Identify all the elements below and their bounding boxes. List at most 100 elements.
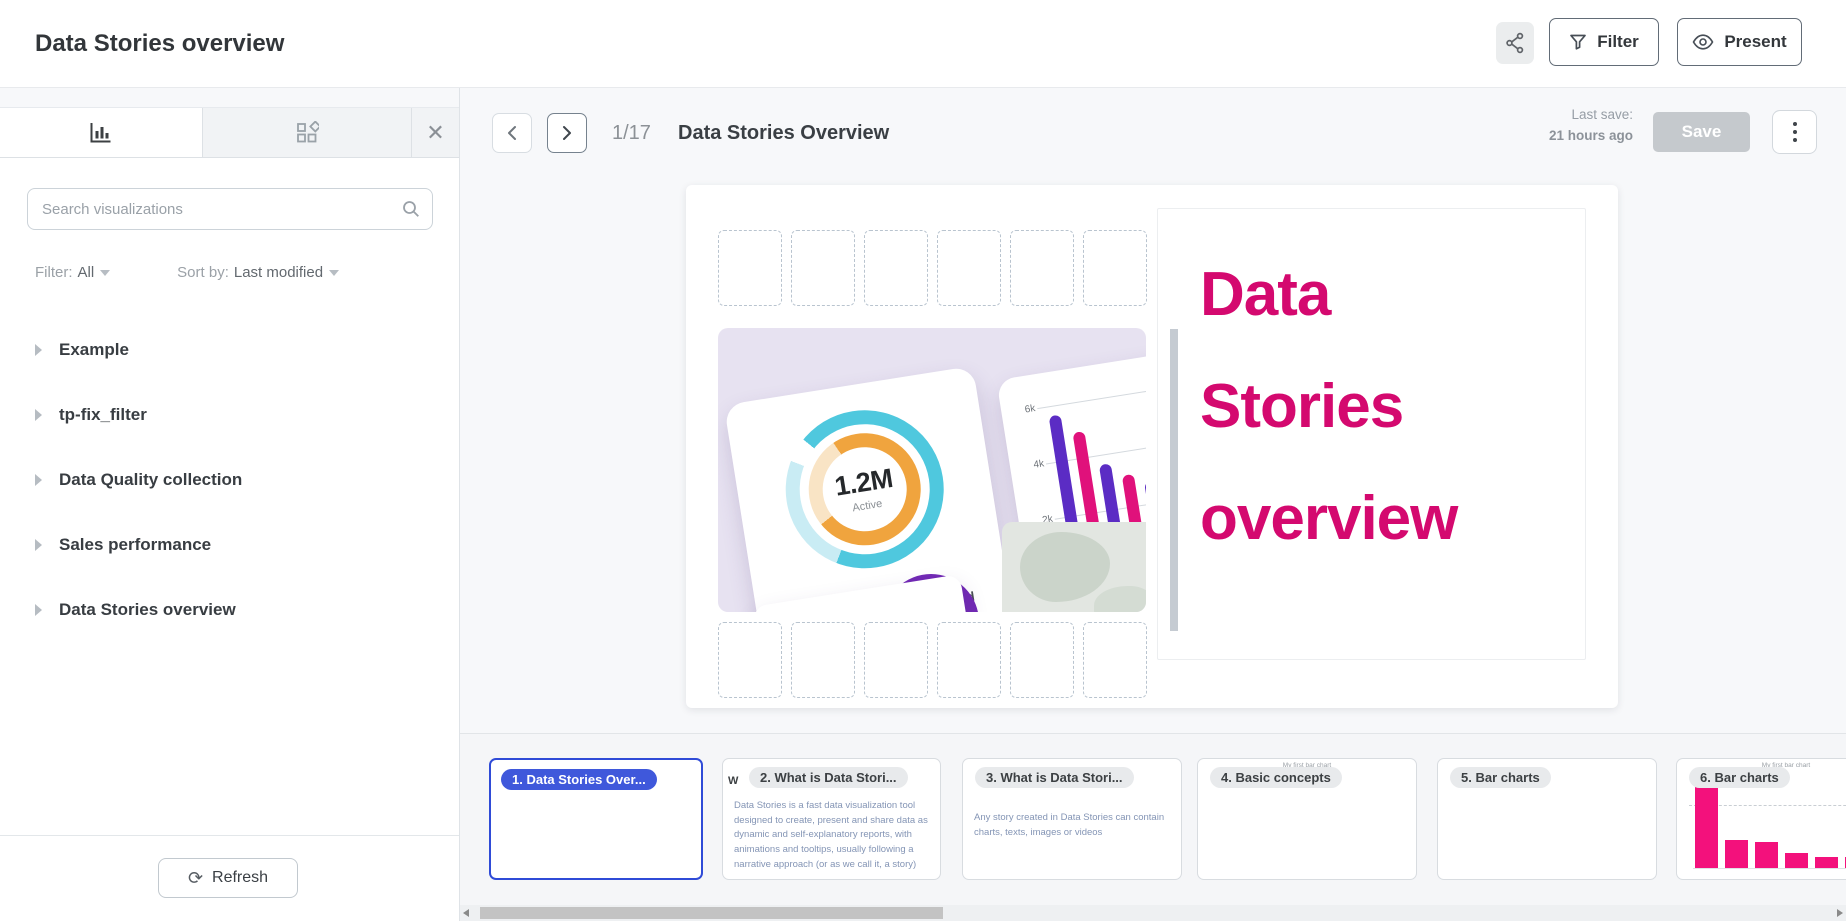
refresh-button[interactable]: ⟳ Refresh xyxy=(158,858,298,898)
slide-thumbnail-6[interactable]: My first bar chart 6. Bar charts xyxy=(1676,758,1846,880)
slide-thumbnail-3[interactable]: 3. What is Data Stori... Any story creat… xyxy=(962,758,1182,880)
kpi-value: 1.2M xyxy=(833,462,895,502)
chevron-right-icon xyxy=(561,125,573,141)
visualizations-sidebar: ✕ Filter: All Sort by: Last modified Exa… xyxy=(0,88,460,921)
widgets-grid-icon xyxy=(295,121,319,145)
story-editor-main: 1/17 Data Stories Overview Last save: 21… xyxy=(460,88,1846,921)
thumbnail-label: 4. Basic concepts xyxy=(1210,767,1342,788)
donut-chart: 1.2M Active xyxy=(774,399,955,580)
thumbnail-body-text: Any story created in Data Stories can co… xyxy=(974,811,1173,840)
map-graphic xyxy=(1002,522,1146,612)
close-icon: ✕ xyxy=(426,122,444,144)
thumbnail-label: 5. Bar charts xyxy=(1450,767,1551,788)
filter-dropdown-label: Filter: xyxy=(35,264,73,281)
tree-item-label: Example xyxy=(59,340,129,360)
kebab-icon xyxy=(1793,122,1797,126)
search-icon xyxy=(402,200,420,218)
tree-item-example[interactable]: Example xyxy=(0,324,459,376)
thumbnail-body-text: Data Stories is a fast data visualizatio… xyxy=(734,799,932,873)
sidebar-top-strip xyxy=(0,88,459,108)
page-title: Data Stories overview xyxy=(35,30,284,58)
save-button[interactable]: Save xyxy=(1653,112,1750,152)
next-slide-button[interactable] xyxy=(547,113,587,153)
cover-illustration: 1.2M Active Active Recovered xyxy=(718,328,1146,612)
mini-bar xyxy=(1695,786,1718,868)
tree-item-label: Sales performance xyxy=(59,535,211,555)
tree-item-label: Data Stories overview xyxy=(59,600,236,620)
thumbnail-label: 1. Data Stories Over... xyxy=(501,769,657,790)
tree-item-data-stories-overview[interactable]: Data Stories overview xyxy=(0,584,459,636)
filter-sort-row: Filter: All Sort by: Last modified xyxy=(35,264,435,281)
sort-dropdown-value: Last modified xyxy=(234,264,323,281)
slide-thumbnail-4[interactable]: My first bar chart 4. Basic concepts xyxy=(1197,758,1417,880)
present-button[interactable]: Present xyxy=(1677,18,1802,66)
last-save-label: Last save: xyxy=(1549,104,1633,125)
chevron-down-icon xyxy=(100,270,110,276)
thumbnail-mini-bar-chart xyxy=(1693,783,1846,869)
previous-slide-button[interactable] xyxy=(492,113,532,153)
slide-placeholder-box xyxy=(864,230,928,306)
search-box xyxy=(27,188,433,230)
slide-placeholder-box xyxy=(791,622,855,698)
filter-button[interactable]: Filter xyxy=(1549,18,1659,66)
slide-placeholder-box xyxy=(1010,622,1074,698)
y-axis-label: 4k xyxy=(1023,458,1044,472)
mini-bar xyxy=(1815,857,1838,868)
thumbnail-label: 2. What is Data Stori... xyxy=(749,767,908,788)
slide-placeholder-box xyxy=(864,622,928,698)
eye-icon xyxy=(1692,34,1714,50)
slide-placeholder-box xyxy=(718,230,782,306)
sort-dropdown-label: Sort by: xyxy=(177,264,229,281)
placeholder-row-bottom xyxy=(718,622,1147,698)
slide-placeholder-box xyxy=(1083,230,1147,306)
slide-canvas: 1.2M Active Active Recovered xyxy=(686,185,1618,708)
refresh-button-label: Refresh xyxy=(212,869,268,887)
scroll-left-icon[interactable] xyxy=(463,909,469,917)
horizontal-scrollbar[interactable] xyxy=(460,905,1846,921)
collections-tree: Example tp-fix_filter Data Quality colle… xyxy=(0,324,459,649)
story-title: Data Stories Overview xyxy=(678,113,889,153)
chevron-right-icon xyxy=(35,604,42,616)
slide-thumbnail-2[interactable]: W 2. What is Data Stori... Data Stories … xyxy=(722,758,941,880)
slide-placeholder-box xyxy=(718,622,782,698)
chevron-right-icon xyxy=(35,409,42,421)
tree-item-tp-fix-filter[interactable]: tp-fix_filter xyxy=(0,389,459,441)
donut-kpi-card: 1.2M Active Active Recovered xyxy=(724,366,1012,612)
chevron-down-icon xyxy=(329,270,339,276)
sort-dropdown[interactable]: Sort by: Last modified xyxy=(177,264,339,281)
text-accent-bar xyxy=(1170,329,1178,631)
present-button-label: Present xyxy=(1724,32,1786,52)
scrollbar-thumb[interactable] xyxy=(480,907,943,919)
sidebar-tabbar: ✕ xyxy=(0,108,459,158)
share-button[interactable] xyxy=(1496,22,1534,64)
tree-item-data-quality-collection[interactable]: Data Quality collection xyxy=(0,454,459,506)
chevron-right-icon xyxy=(35,474,42,486)
scroll-right-icon[interactable] xyxy=(1837,909,1843,917)
tree-item-label: tp-fix_filter xyxy=(59,405,147,425)
filter-button-label: Filter xyxy=(1597,32,1639,52)
slide-placeholder-box xyxy=(937,230,1001,306)
more-options-button[interactable] xyxy=(1772,110,1817,154)
placeholder-row-top xyxy=(718,230,1147,306)
search-input[interactable] xyxy=(42,201,402,218)
mini-bar xyxy=(1785,853,1808,868)
slide-placeholder-box xyxy=(1010,230,1074,306)
tree-item-label: Data Quality collection xyxy=(59,470,242,490)
last-save-info: Last save: 21 hours ago xyxy=(1549,104,1633,146)
slide-placeholder-box xyxy=(1083,622,1147,698)
filter-dropdown-value: All xyxy=(78,264,95,281)
slide-thumbnail-1[interactable]: 1. Data Stories Over... xyxy=(489,758,703,880)
slide-placeholder-box xyxy=(937,622,1001,698)
y-axis-label: 6k xyxy=(1015,403,1036,417)
thumb6-mini-bars xyxy=(1695,786,1846,868)
sidebar-close-button[interactable]: ✕ xyxy=(412,108,459,157)
tab-visualizations[interactable] xyxy=(0,108,203,157)
tab-widgets[interactable] xyxy=(203,108,412,157)
slide-thumbnail-5[interactable]: 5. Bar charts xyxy=(1437,758,1657,880)
filter-dropdown[interactable]: Filter: All xyxy=(35,264,110,281)
chevron-left-icon xyxy=(506,125,518,141)
mini-bar xyxy=(1755,842,1778,868)
thumbnail-label: 3. What is Data Stori... xyxy=(975,767,1134,788)
tree-item-sales-performance[interactable]: Sales performance xyxy=(0,519,459,571)
title-text-block: Data Stories overview xyxy=(1157,208,1586,660)
